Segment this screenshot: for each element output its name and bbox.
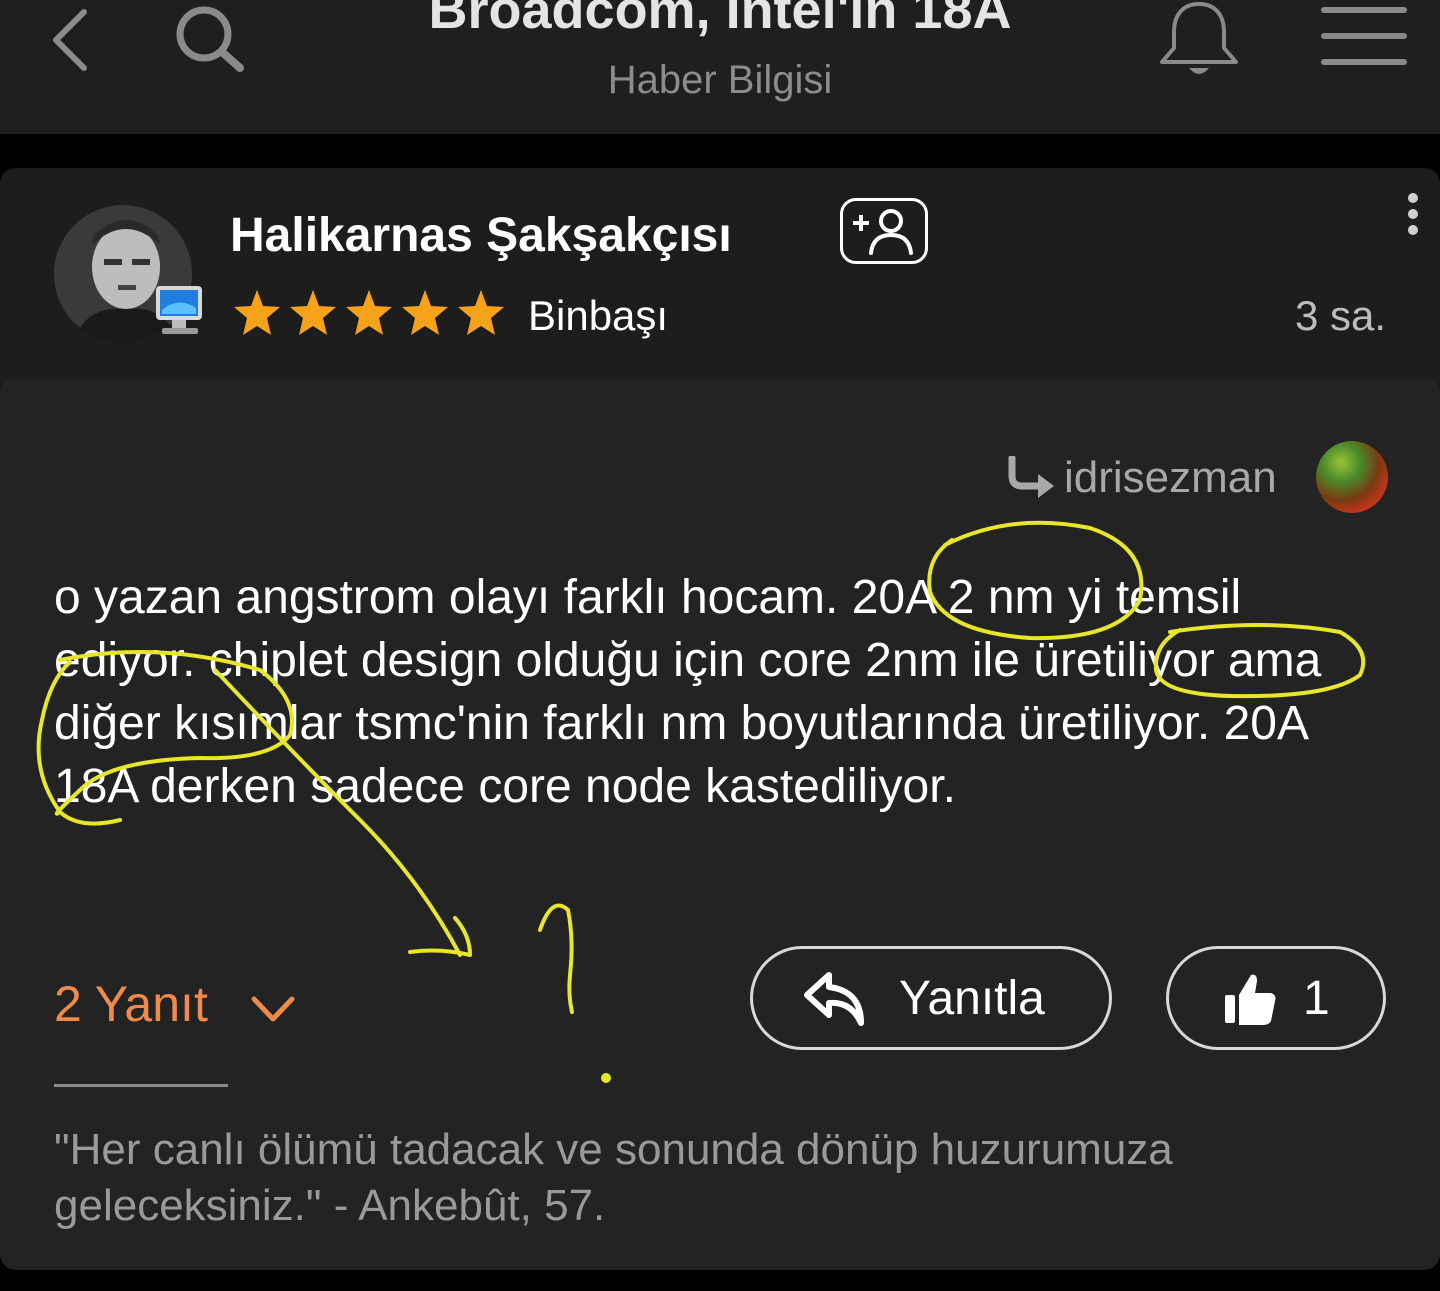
bell-icon [1160,2,1238,74]
user-rank: Binbaşı [528,292,669,339]
user-signature: "Her canlı ölümü tadacak ve sonunda dönü… [54,1125,1173,1230]
star-icon [346,290,392,335]
chevron-down-icon [250,976,296,1040]
top-bar: Broadcom, Intel'in 18A Haber Bilgisi [0,0,1440,134]
back-button[interactable] [44,4,104,74]
reply-to-avatar[interactable] [1316,441,1388,513]
star-icon [402,290,448,335]
reply-button[interactable]: Yanıtla [750,946,1112,1050]
signature-divider [54,1084,228,1087]
star-icon [458,290,504,335]
search-icon [176,6,244,72]
menu-button[interactable] [1318,4,1410,70]
comment-text: o yazan angstrom olayı farklı hocam. 20A… [54,571,1322,813]
chevron-left-icon [53,9,87,71]
add-user-icon [853,209,913,255]
like-button[interactable]: 1 [1166,946,1386,1050]
more-options-button[interactable] [1398,190,1428,240]
search-button[interactable] [172,2,252,76]
follow-button[interactable] [840,198,928,264]
notifications-button[interactable] [1156,0,1242,80]
page-subtitle: Haber Bilgisi [607,58,833,102]
rating-stars [230,286,510,342]
like-count: 1 [1303,972,1330,1025]
replies-count-label: 2 Yanıt [54,976,208,1032]
page-title: Broadcom, Intel'in 18A [428,0,1012,40]
reply-button-label: Yanıtla [899,972,1045,1025]
star-icon [290,290,336,335]
reply-to-icon [1004,454,1056,500]
computer-badge-icon [150,282,210,340]
username[interactable]: Halikarnas Şakşakçısı [230,205,732,267]
star-icon [234,290,280,335]
thumbs-up-icon [1225,974,1276,1025]
menu-icon [1321,7,1407,65]
reply-arrow-icon [804,972,864,1026]
replies-toggle[interactable]: 2 Yanıt [54,972,296,1036]
comment-time: 3 sa. [1294,292,1386,339]
more-vertical-icon [1408,193,1418,235]
reply-to-username[interactable]: idrisezman [1064,450,1277,506]
